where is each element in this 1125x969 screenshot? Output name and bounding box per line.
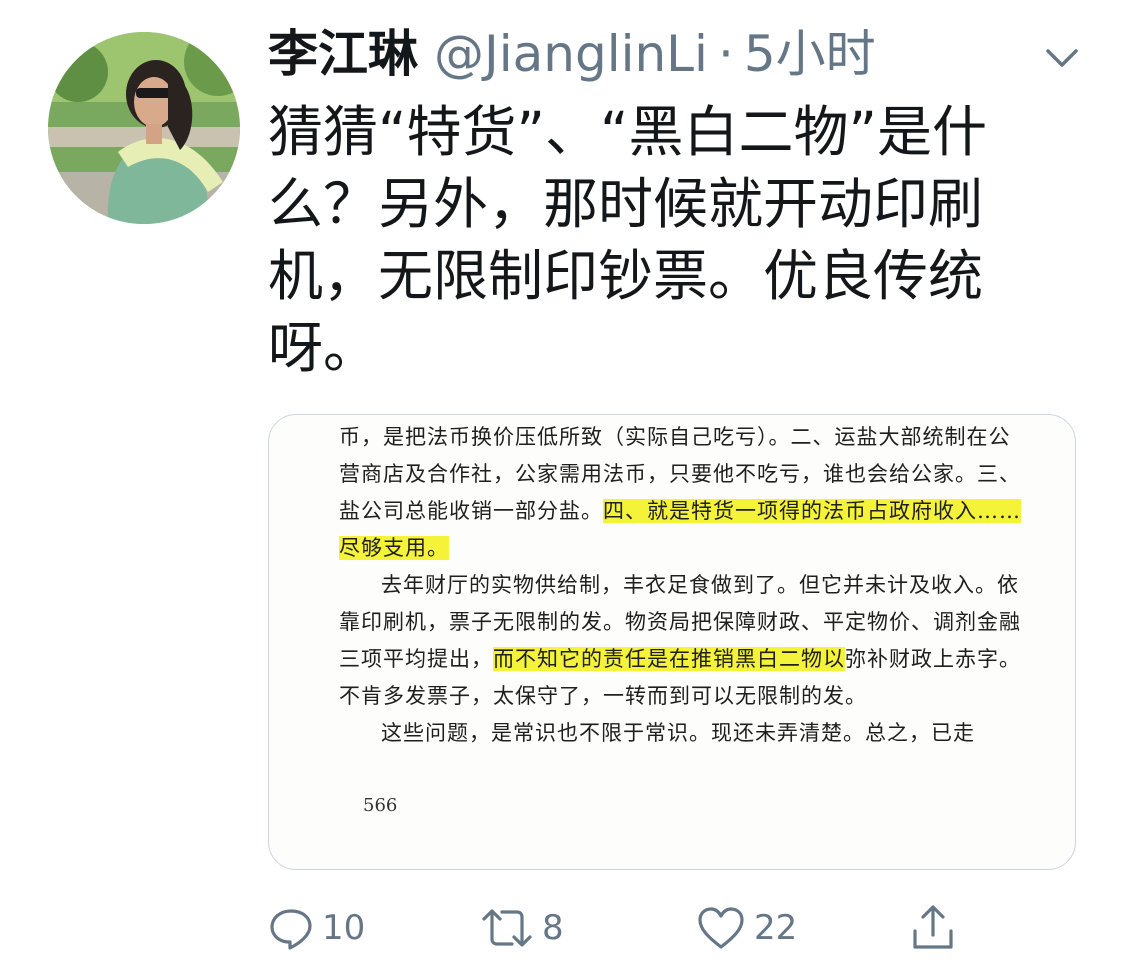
timestamp[interactable]: 5小时 [744,22,876,86]
scan-text-segment: 这些问题，是常识也不限于常识。现还未弄清楚。总之，已走 [381,721,975,745]
reply-button[interactable]: 10 [268,900,365,956]
user-handle[interactable]: @JianglinLi [434,22,708,86]
scan-paragraph: 去年财厅的实物供给制，丰衣足食做到了。但它并未计及收入。依靠印刷机，票子无限制的… [339,567,1029,715]
retweet-button[interactable]: 8 [480,900,564,956]
page-number: 566 [363,795,398,816]
tweet-header: 李江琳 @JianglinLi · 5小时 [268,22,876,86]
retweet-icon [482,909,532,947]
separator-dot: · [717,25,734,83]
highlighted-text: 而不知它的责任是在推销黑白二物以 [493,647,845,671]
like-count: 22 [754,908,798,948]
like-button[interactable]: 22 [696,900,797,956]
avatar[interactable] [48,32,240,224]
action-bar: 10 8 22 [268,900,1028,956]
tweet-text: 猜猜“特货”、“黑白二物”是什么？另外，那时候就开动印刷机，无限制印钞票。优良传… [268,100,987,380]
display-name[interactable]: 李江琳 [268,22,418,86]
scanned-page-text: 币，是把法币换价压低所致（实际自己吃亏）。二、运盐大部统制在公营商店及合作社，公… [339,419,1029,752]
media-image[interactable]: 币，是把法币换价压低所致（实际自己吃亏）。二、运盐大部统制在公营商店及合作社，公… [268,414,1076,870]
reply-count: 10 [322,908,366,948]
share-icon [913,905,953,949]
share-button[interactable] [910,900,956,956]
scan-paragraph: 这些问题，是常识也不限于常识。现还未弄清楚。总之，已走 [339,715,1029,752]
heart-icon [698,907,744,949]
reply-icon [270,909,312,950]
retweet-count: 8 [542,908,564,948]
avatar-photo [48,32,240,224]
scan-paragraph: 币，是把法币换价压低所致（实际自己吃亏）。二、运盐大部统制在公营商店及合作社，公… [339,419,1029,567]
chevron-down-icon[interactable] [1040,36,1084,80]
